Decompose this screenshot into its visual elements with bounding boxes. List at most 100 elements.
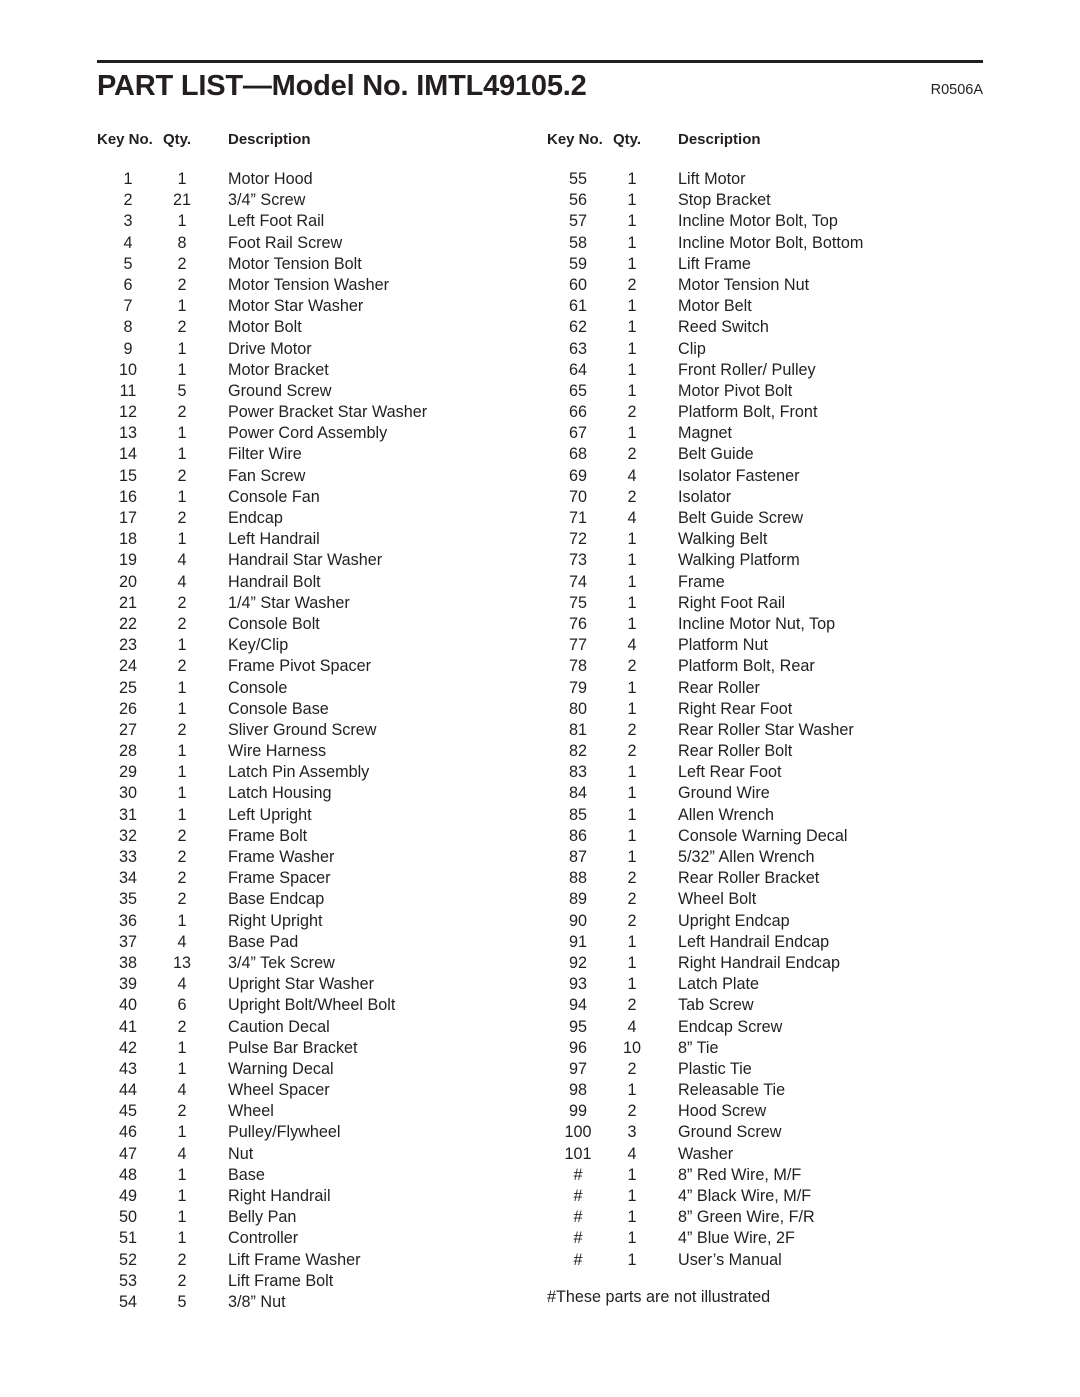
table-row: 32 2 Frame Bolt xyxy=(97,827,537,848)
table-row: 3 1 Left Foot Rail xyxy=(97,212,537,233)
cell-description: Right Rear Foot xyxy=(678,699,793,718)
cell-description: 8” Green Wire, F/R xyxy=(678,1208,815,1227)
cell-qty: 4 xyxy=(627,1144,637,1163)
cell-description: Console Base xyxy=(228,699,329,718)
table-row: 46 1 Pulley/Flywheel xyxy=(97,1123,537,1144)
table-row: 5 2 Motor Tension Bolt xyxy=(97,255,537,276)
cell-qty: 1 xyxy=(627,1187,637,1205)
cell-key-no: 55 xyxy=(568,170,587,188)
header-divider-rule xyxy=(97,60,983,63)
table-row: 36 1 Right Upright xyxy=(97,912,537,933)
table-row: 10 1 Motor Bracket xyxy=(97,361,537,382)
table-row: 13 1 Power Cord Assembly xyxy=(97,424,537,445)
cell-description: Endcap xyxy=(228,509,283,527)
cell-qty: 1 xyxy=(627,1208,637,1227)
cell-description: Incline Motor Bolt, Bottom xyxy=(678,233,864,252)
column-header-qty: Qty. xyxy=(163,131,192,148)
cell-key-no: 91 xyxy=(568,932,587,951)
cell-description: Left Upright xyxy=(228,805,312,824)
cell-qty: 4 xyxy=(627,1017,637,1036)
cell-description: Motor Hood xyxy=(228,170,313,188)
cell-key-no: 35 xyxy=(118,890,137,909)
table-row: 86 1 Console Warning Decal xyxy=(547,827,987,848)
cell-key-no: 73 xyxy=(568,551,587,570)
table-row: #1 8” Green Wire, F/R xyxy=(547,1208,987,1229)
cell-description: Right Handrail Endcap xyxy=(678,953,840,972)
page-header: PART LIST—Model No. IMTL49105.2 R0506A xyxy=(97,68,983,112)
cell-qty: 1 xyxy=(177,805,187,824)
cell-description: Platform Nut xyxy=(678,636,768,655)
cell-description: Belt Guide Screw xyxy=(678,509,804,527)
cell-key-no: 88 xyxy=(568,869,587,888)
cell-description: Ground Screw xyxy=(678,1123,782,1142)
table-row: 9 1 Drive Motor xyxy=(97,340,537,361)
cell-key-no: 78 xyxy=(568,657,587,676)
cell-description: Rear Roller Bracket xyxy=(678,869,820,888)
cell-description: Frame xyxy=(678,572,725,591)
cell-qty: 1 xyxy=(177,911,187,930)
cell-qty: 21 xyxy=(172,191,191,210)
cell-description: Lift Frame Washer xyxy=(228,1250,361,1269)
cell-qty: 1 xyxy=(627,297,637,316)
cell-key-no: 7 xyxy=(123,297,133,316)
cell-description: Console Bolt xyxy=(228,614,320,633)
cell-key-no: 41 xyxy=(118,1017,137,1036)
cell-description: Right Handrail xyxy=(228,1187,331,1205)
header-body-gap xyxy=(547,157,987,170)
cell-key-no: 42 xyxy=(118,1038,137,1057)
table-row: 25 1 Console xyxy=(97,679,537,700)
cell-description: 3/4” Screw xyxy=(228,191,306,210)
cell-description: Motor Bolt xyxy=(228,318,302,337)
table-row: 73 1 Walking Platform xyxy=(547,551,987,572)
table-row: 91 1 Left Handrail Endcap xyxy=(547,933,987,954)
cell-description: Ground Wire xyxy=(678,784,770,803)
table-row: 87 1 5/32” Allen Wrench xyxy=(547,848,987,869)
cell-qty: 1 xyxy=(177,170,187,188)
table-row: 12 2 Power Bracket Star Washer xyxy=(97,403,537,424)
cell-key-no: 23 xyxy=(118,636,137,655)
cell-qty: 1 xyxy=(177,1038,187,1057)
cell-description: Front Roller/ Pulley xyxy=(678,360,816,379)
table-row: 99 2 Hood Screw xyxy=(547,1102,987,1123)
cell-description: Frame Spacer xyxy=(228,869,331,888)
cell-key-no: 40 xyxy=(118,996,137,1015)
table-body-left: 1 1 Motor Hood 2 21 3/4” Screw 3 1 Left Foot Rai… xyxy=(97,170,537,1314)
table-row: 41 2 Caution Decal xyxy=(97,1018,537,1039)
page-title: PART LIST—Model No. IMTL49105.2 xyxy=(97,70,587,102)
cell-description: Belly Pan xyxy=(228,1208,297,1227)
cell-description: Hood Screw xyxy=(678,1102,767,1121)
cell-qty: 8 xyxy=(177,233,187,252)
parts-table-left: Key No. Qty. Description 1 1 Motor Hood 2 21… xyxy=(97,131,537,1314)
header-body-gap xyxy=(97,157,537,170)
cell-qty: 2 xyxy=(177,890,187,909)
cell-qty: 2 xyxy=(627,657,637,676)
footnote-not-illustrated: #These parts are not illustrated xyxy=(547,1288,771,1306)
cell-qty: 1 xyxy=(627,572,637,591)
cell-description: Walking Platform xyxy=(678,551,800,570)
cell-qty: 1 xyxy=(177,212,187,231)
cell-qty: 2 xyxy=(177,1017,187,1036)
cell-description: Stop Bracket xyxy=(678,191,771,210)
cell-key-no: # xyxy=(573,1229,583,1248)
table-row: 94 2 Tab Screw xyxy=(547,996,987,1017)
cell-key-no: 74 xyxy=(568,572,587,591)
cell-key-no: 50 xyxy=(118,1208,137,1227)
cell-qty: 2 xyxy=(177,826,187,845)
parts-table-right: Key No. Qty. Description 55 1 Lift Motor 56… xyxy=(547,131,987,1272)
cell-key-no: 94 xyxy=(568,996,587,1015)
cell-qty: 2 xyxy=(627,869,637,888)
cell-key-no: 36 xyxy=(118,911,137,930)
revision-code: R0506A xyxy=(930,82,983,98)
cell-qty: 2 xyxy=(177,318,187,337)
cell-qty: 2 xyxy=(627,487,637,506)
cell-description: Warning Decal xyxy=(228,1059,334,1078)
table-row: 80 1 Right Rear Foot xyxy=(547,700,987,721)
table-row: 77 4 Platform Nut xyxy=(547,636,987,657)
table-row: 98 1 Releasable Tie xyxy=(547,1081,987,1102)
table-row: 69 4 Isolator Fastener xyxy=(547,467,987,488)
table-row: 24 2 Frame Pivot Spacer xyxy=(97,657,537,678)
cell-description: Motor Belt xyxy=(678,297,752,316)
cell-key-no: 87 xyxy=(568,848,587,866)
table-row: 64 1 Front Roller/ Pulley xyxy=(547,361,987,382)
cell-qty: 2 xyxy=(627,1059,637,1078)
